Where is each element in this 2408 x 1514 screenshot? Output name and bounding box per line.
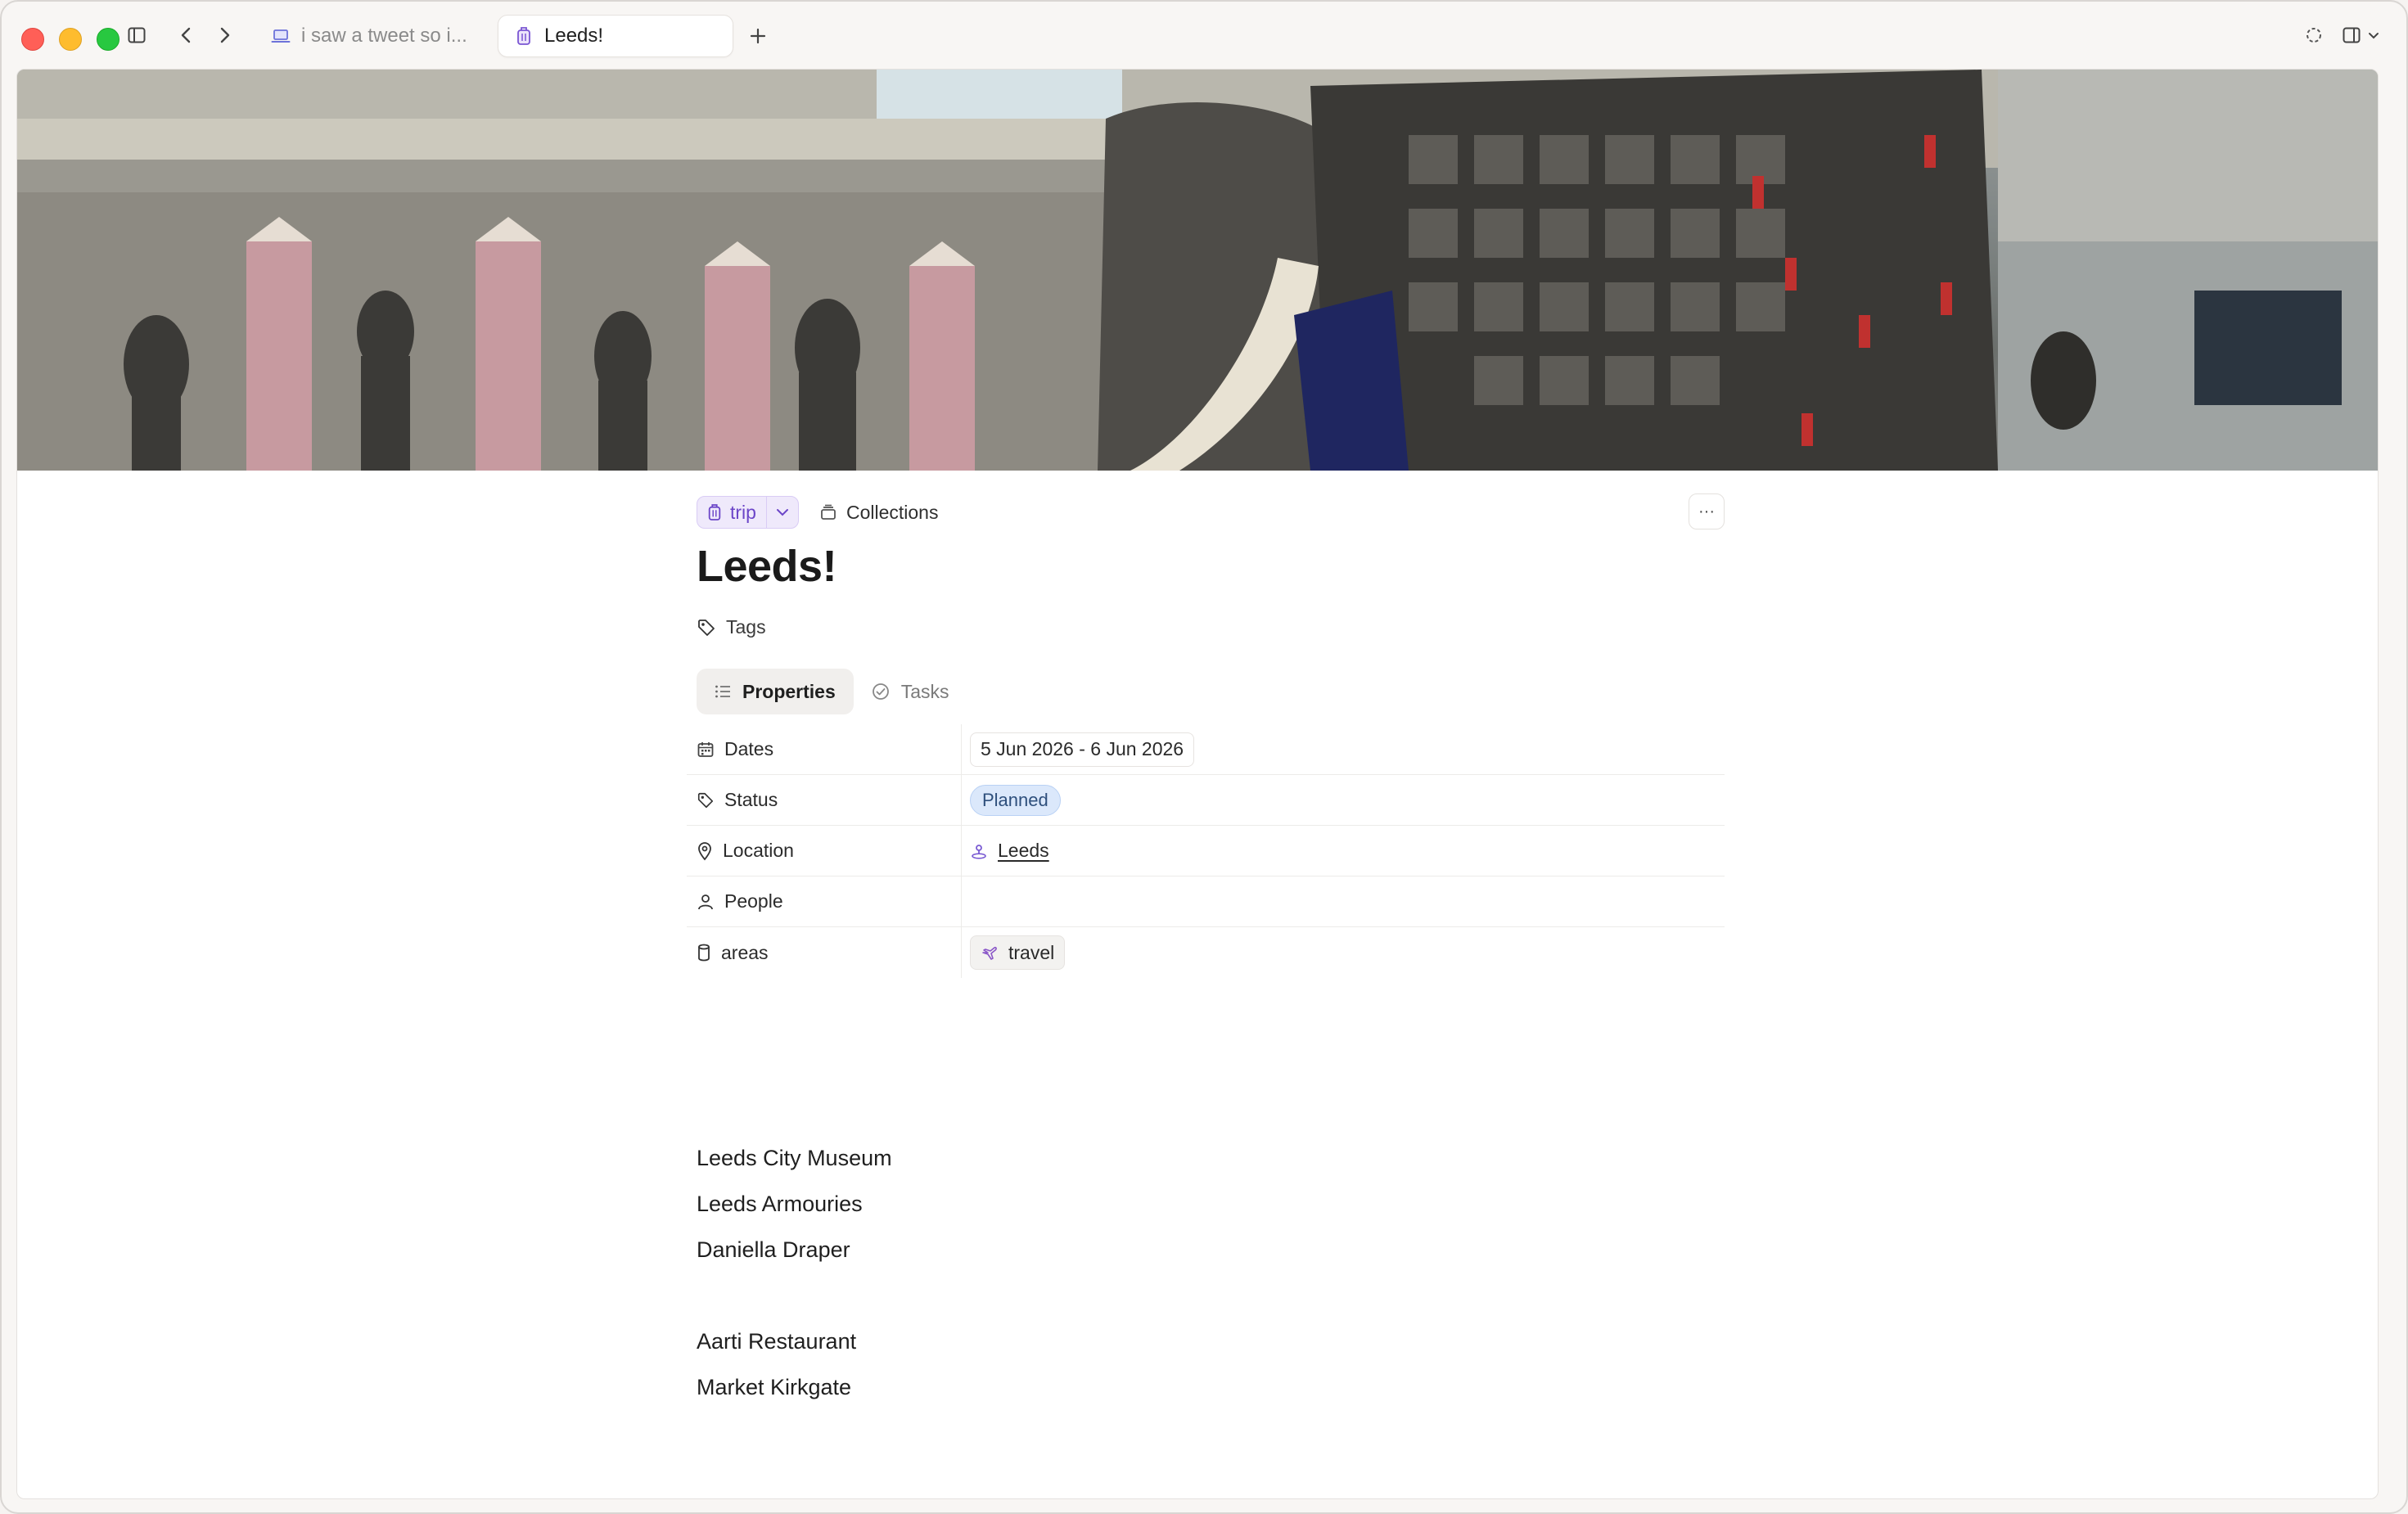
map-pin-icon [697,841,713,861]
tab-tasks[interactable]: Tasks [854,669,967,714]
status-label: Status [724,789,778,810]
tag-icon [697,618,716,638]
page-tabs: Properties Tasks [697,669,967,714]
banner-image[interactable] [17,70,2378,471]
luggage-icon [513,25,534,47]
properties-table: Dates 5 Jun 2026 - 6 Jun 2026 Status Pla… [687,724,1725,978]
property-row-areas: areas travel [687,927,1725,978]
tags-button[interactable]: Tags [697,616,766,638]
back-arrow-icon[interactable] [174,23,198,47]
more-dots-icon: ··· [1698,502,1715,520]
property-row-people: People [687,876,1725,927]
tab-properties[interactable]: Properties [697,669,854,714]
tag-icon [697,791,715,809]
dates-label: Dates [724,738,774,759]
tab-leeds[interactable]: Leeds! [498,15,733,57]
property-label[interactable]: Dates [687,724,962,774]
laptop-icon [270,25,291,47]
areas-label: areas [721,941,769,963]
cylinder-icon [697,944,711,962]
property-row-dates: Dates 5 Jun 2026 - 6 Jun 2026 [687,724,1725,775]
property-value: 5 Jun 2026 - 6 Jun 2026 [962,724,1725,774]
luggage-icon [707,502,722,522]
tab-label: i saw a tweet so i... [301,25,467,47]
people-value[interactable] [962,876,1725,926]
collections-icon [820,504,836,520]
list-icon [715,684,731,699]
property-value: travel [962,927,1725,978]
page-header-chips: trip Collections [697,495,938,529]
tab-tweet-note[interactable]: i saw a tweet so i... [255,15,486,57]
area-chip-travel[interactable]: travel [970,935,1066,970]
location-value: Leeds [998,840,1049,861]
body-blank-line[interactable] [697,1273,892,1318]
body-line[interactable]: Daniella Draper [697,1227,892,1273]
person-icon [697,893,715,911]
areas-value: travel [1008,941,1055,963]
property-label[interactable]: Location [687,826,962,876]
note-body[interactable]: Leeds City Museum Leeds Armouries Daniel… [697,1135,892,1410]
location-link[interactable]: Leeds [970,840,1049,862]
title-bar: i saw a tweet so i... Leeds! [2,2,2406,69]
tags-label: Tags [726,616,766,638]
type-chip[interactable]: trip [697,496,799,529]
tab-label: Leeds! [544,25,604,47]
property-label[interactable]: areas [687,927,962,978]
scrollbar[interactable] [2368,78,2376,1485]
close-window-button[interactable] [21,28,44,51]
right-panel-toggle-icon[interactable] [2339,23,2364,47]
property-row-status: Status Planned [687,775,1725,826]
body-line[interactable]: Leeds Armouries [697,1181,892,1227]
new-tab-plus-icon[interactable] [743,21,773,51]
page-title[interactable]: Leeds! [697,541,837,592]
people-label: People [724,890,783,912]
sidebar-toggle-icon[interactable] [124,23,149,47]
place-icon [970,842,988,860]
minimize-window-button[interactable] [59,28,82,51]
sync-status-icon[interactable] [2302,23,2326,47]
body-line[interactable]: Aarti Restaurant [697,1318,892,1364]
note-content-area[interactable]: trip Collections ··· Leeds! Tags Propert… [16,69,2379,1499]
location-label: Location [723,840,794,861]
body-line[interactable]: Leeds City Museum [697,1135,892,1181]
calendar-icon [697,741,715,759]
chevron-down-icon [776,509,788,516]
property-value: Leeds [962,826,1725,876]
dates-value[interactable]: 5 Jun 2026 - 6 Jun 2026 [970,732,1195,767]
forward-arrow-icon[interactable] [213,23,237,47]
chevron-down-icon[interactable] [2365,26,2382,46]
status-badge[interactable]: Planned [970,784,1061,816]
type-chip-main[interactable]: trip [697,497,766,528]
tab-properties-label: Properties [742,680,836,702]
zoom-window-button[interactable] [97,28,119,51]
type-chip-dropdown[interactable] [767,508,798,516]
tab-tasks-label: Tasks [900,680,949,702]
app-window: i saw a tweet so i... Leeds! trip Collec… [0,0,2408,1514]
property-label[interactable]: People [687,876,962,926]
type-chip-label: trip [730,501,756,523]
check-circle-icon [872,683,890,701]
body-line[interactable]: Market Kirkgate [697,1364,892,1410]
property-value: Planned [962,775,1725,825]
more-options-button[interactable]: ··· [1689,493,1725,529]
collections-button[interactable]: Collections [820,501,939,524]
property-row-location: Location Leeds [687,826,1725,876]
collections-label: Collections [846,501,939,523]
property-label[interactable]: Status [687,775,962,825]
airplane-icon [981,944,999,962]
